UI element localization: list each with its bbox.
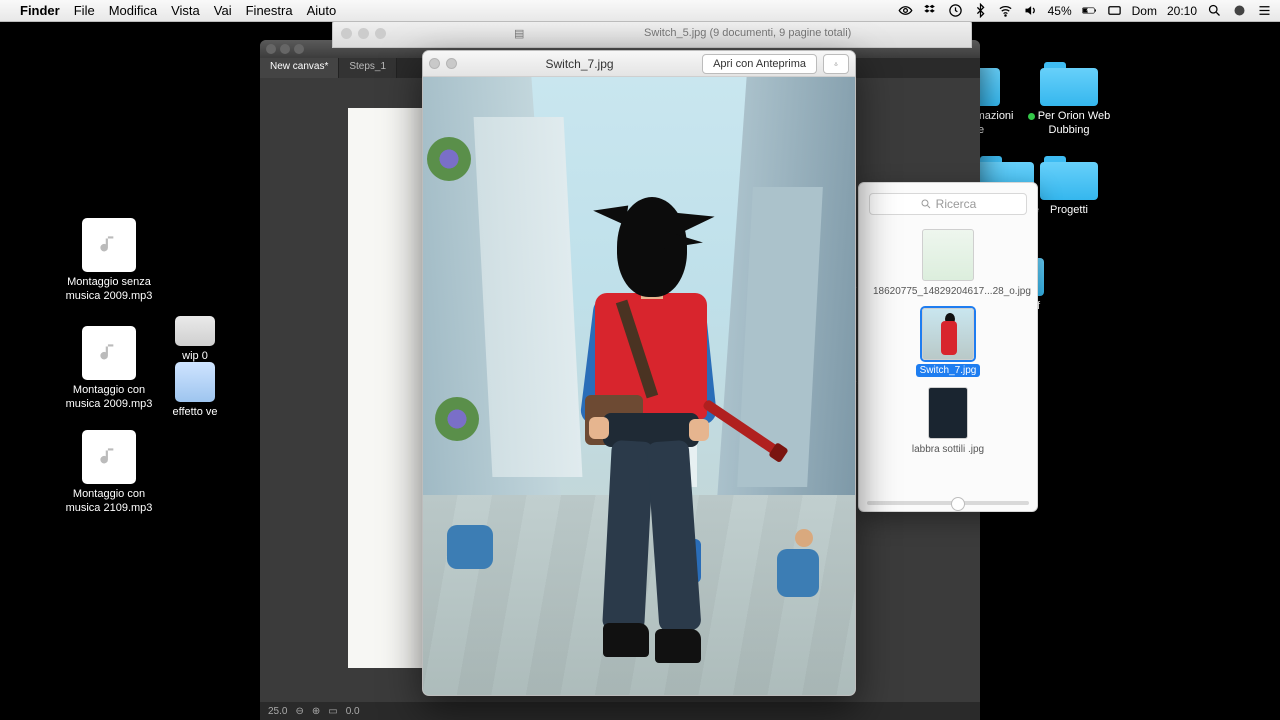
menu-help[interactable]: Aiuto	[307, 3, 337, 18]
window-zoom-icon[interactable]	[375, 28, 386, 39]
gallery-item-label: Switch_7.jpg	[916, 364, 981, 377]
fit-icon[interactable]: ▭	[328, 706, 337, 717]
battery-icon[interactable]	[1082, 3, 1097, 18]
window-minimize-icon[interactable]	[358, 28, 369, 39]
desktop-file[interactable]: wip 0	[160, 316, 230, 364]
editor-statusbar: 25.0 ⊖ ⊕ ▭ 0.0	[260, 702, 980, 720]
quicklook-toolbar: Switch_7.jpg Apri con Anteprima	[423, 51, 855, 77]
quicklook-image	[423, 77, 855, 695]
thumbnail-icon	[922, 308, 974, 360]
editor-tab[interactable]: New canvas*	[260, 58, 339, 78]
zoom-in-icon[interactable]: ⊕	[312, 706, 320, 717]
timemachine-icon[interactable]	[948, 3, 963, 18]
finder-title-doc-icon: ▤	[514, 27, 524, 40]
window-close-icon[interactable]	[266, 44, 276, 54]
desktop-folder[interactable]: Per Orion Web Dubbing	[1024, 62, 1114, 138]
notification-center-icon[interactable]	[1257, 3, 1272, 18]
desktop-file[interactable]: effetto ve	[160, 362, 230, 420]
editor-canvas[interactable]	[348, 108, 428, 668]
eye-icon[interactable]	[898, 3, 913, 18]
search-field[interactable]: Ricerca	[869, 193, 1027, 215]
window-zoom-icon[interactable]	[294, 44, 304, 54]
menu-window[interactable]: Finestra	[246, 3, 293, 18]
menubar: Finder File Modifica Vista Vai Finestra …	[0, 0, 1280, 22]
menu-go[interactable]: Vai	[214, 3, 232, 18]
window-minimize-icon[interactable]	[280, 44, 290, 54]
menu-view[interactable]: Vista	[171, 3, 200, 18]
open-with-preview-button[interactable]: Apri con Anteprima	[702, 54, 817, 74]
gallery-item-label: 18620775_14829204617...28_o.jpg	[869, 285, 1035, 298]
gallery-item[interactable]: labbra sottili .jpg	[869, 387, 1027, 456]
zoom-value: 25.0	[268, 706, 287, 717]
file-label: effetto ve	[160, 406, 230, 420]
clock-time[interactable]: 20:10	[1167, 4, 1197, 18]
active-app-name[interactable]: Finder	[20, 3, 60, 18]
clock-day[interactable]: Dom	[1132, 4, 1157, 18]
folder-icon	[1040, 62, 1098, 106]
window-fullscreen-icon[interactable]	[446, 58, 457, 69]
finder-window-title: Switch_5.jpg (9 documenti, 9 pagine tota…	[524, 27, 971, 39]
editor-tab[interactable]: Steps_1	[339, 58, 397, 78]
gallery-item[interactable]: Switch_7.jpg	[869, 308, 1027, 377]
dropbox-icon[interactable]	[923, 3, 938, 18]
bluetooth-icon[interactable]	[973, 3, 988, 18]
image-file-icon	[175, 316, 215, 346]
gallery-item-label: labbra sottili .jpg	[908, 443, 988, 456]
menu-file[interactable]: File	[74, 3, 95, 18]
siri-icon[interactable]	[1232, 3, 1247, 18]
music-file-icon	[82, 326, 136, 380]
image-file-icon	[175, 362, 215, 402]
music-file-icon	[82, 430, 136, 484]
finder-icon-popover[interactable]: Ricerca 18620775_14829204617...28_o.jpg …	[858, 182, 1038, 512]
share-icon	[834, 58, 838, 70]
icon-size-slider[interactable]	[867, 501, 1029, 505]
folder-label: Per Orion Web Dubbing	[1024, 110, 1114, 138]
search-placeholder: Ricerca	[936, 197, 977, 211]
wifi-icon[interactable]	[998, 3, 1013, 18]
thumbnail-icon	[928, 387, 968, 439]
battery-percent: 45%	[1048, 4, 1072, 18]
tag-dot-icon	[1028, 113, 1035, 120]
coord-value: 0.0	[346, 706, 360, 717]
quicklook-window[interactable]: Switch_7.jpg Apri con Anteprima	[422, 50, 856, 696]
window-close-icon[interactable]	[429, 58, 440, 69]
input-menu-icon[interactable]	[1107, 3, 1122, 18]
file-label: Montaggio con musica 2009.mp3	[64, 384, 154, 412]
desktop-file[interactable]: Montaggio senza musica 2009.mp3	[64, 218, 154, 304]
gallery-item[interactable]: 18620775_14829204617...28_o.jpg	[869, 229, 1027, 298]
file-label: Montaggio senza musica 2009.mp3	[64, 276, 154, 304]
desktop-file[interactable]: Montaggio con musica 2009.mp3	[64, 326, 154, 412]
folder-icon	[1040, 156, 1098, 200]
desktop-file[interactable]: Montaggio con musica 2109.mp3	[64, 430, 154, 516]
music-file-icon	[82, 218, 136, 272]
volume-icon[interactable]	[1023, 3, 1038, 18]
window-close-icon[interactable]	[341, 28, 352, 39]
file-label: Montaggio con musica 2109.mp3	[64, 488, 154, 516]
thumbnail-icon	[922, 229, 974, 281]
spotlight-icon[interactable]	[1207, 3, 1222, 18]
zoom-out-icon[interactable]: ⊖	[295, 706, 303, 717]
finder-window[interactable]: ▤ Switch_5.jpg (9 documenti, 9 pagine to…	[332, 18, 972, 50]
menu-edit[interactable]: Modifica	[109, 3, 157, 18]
share-button[interactable]	[823, 54, 849, 74]
quicklook-title: Switch_7.jpg	[463, 57, 696, 71]
search-icon	[920, 198, 932, 210]
